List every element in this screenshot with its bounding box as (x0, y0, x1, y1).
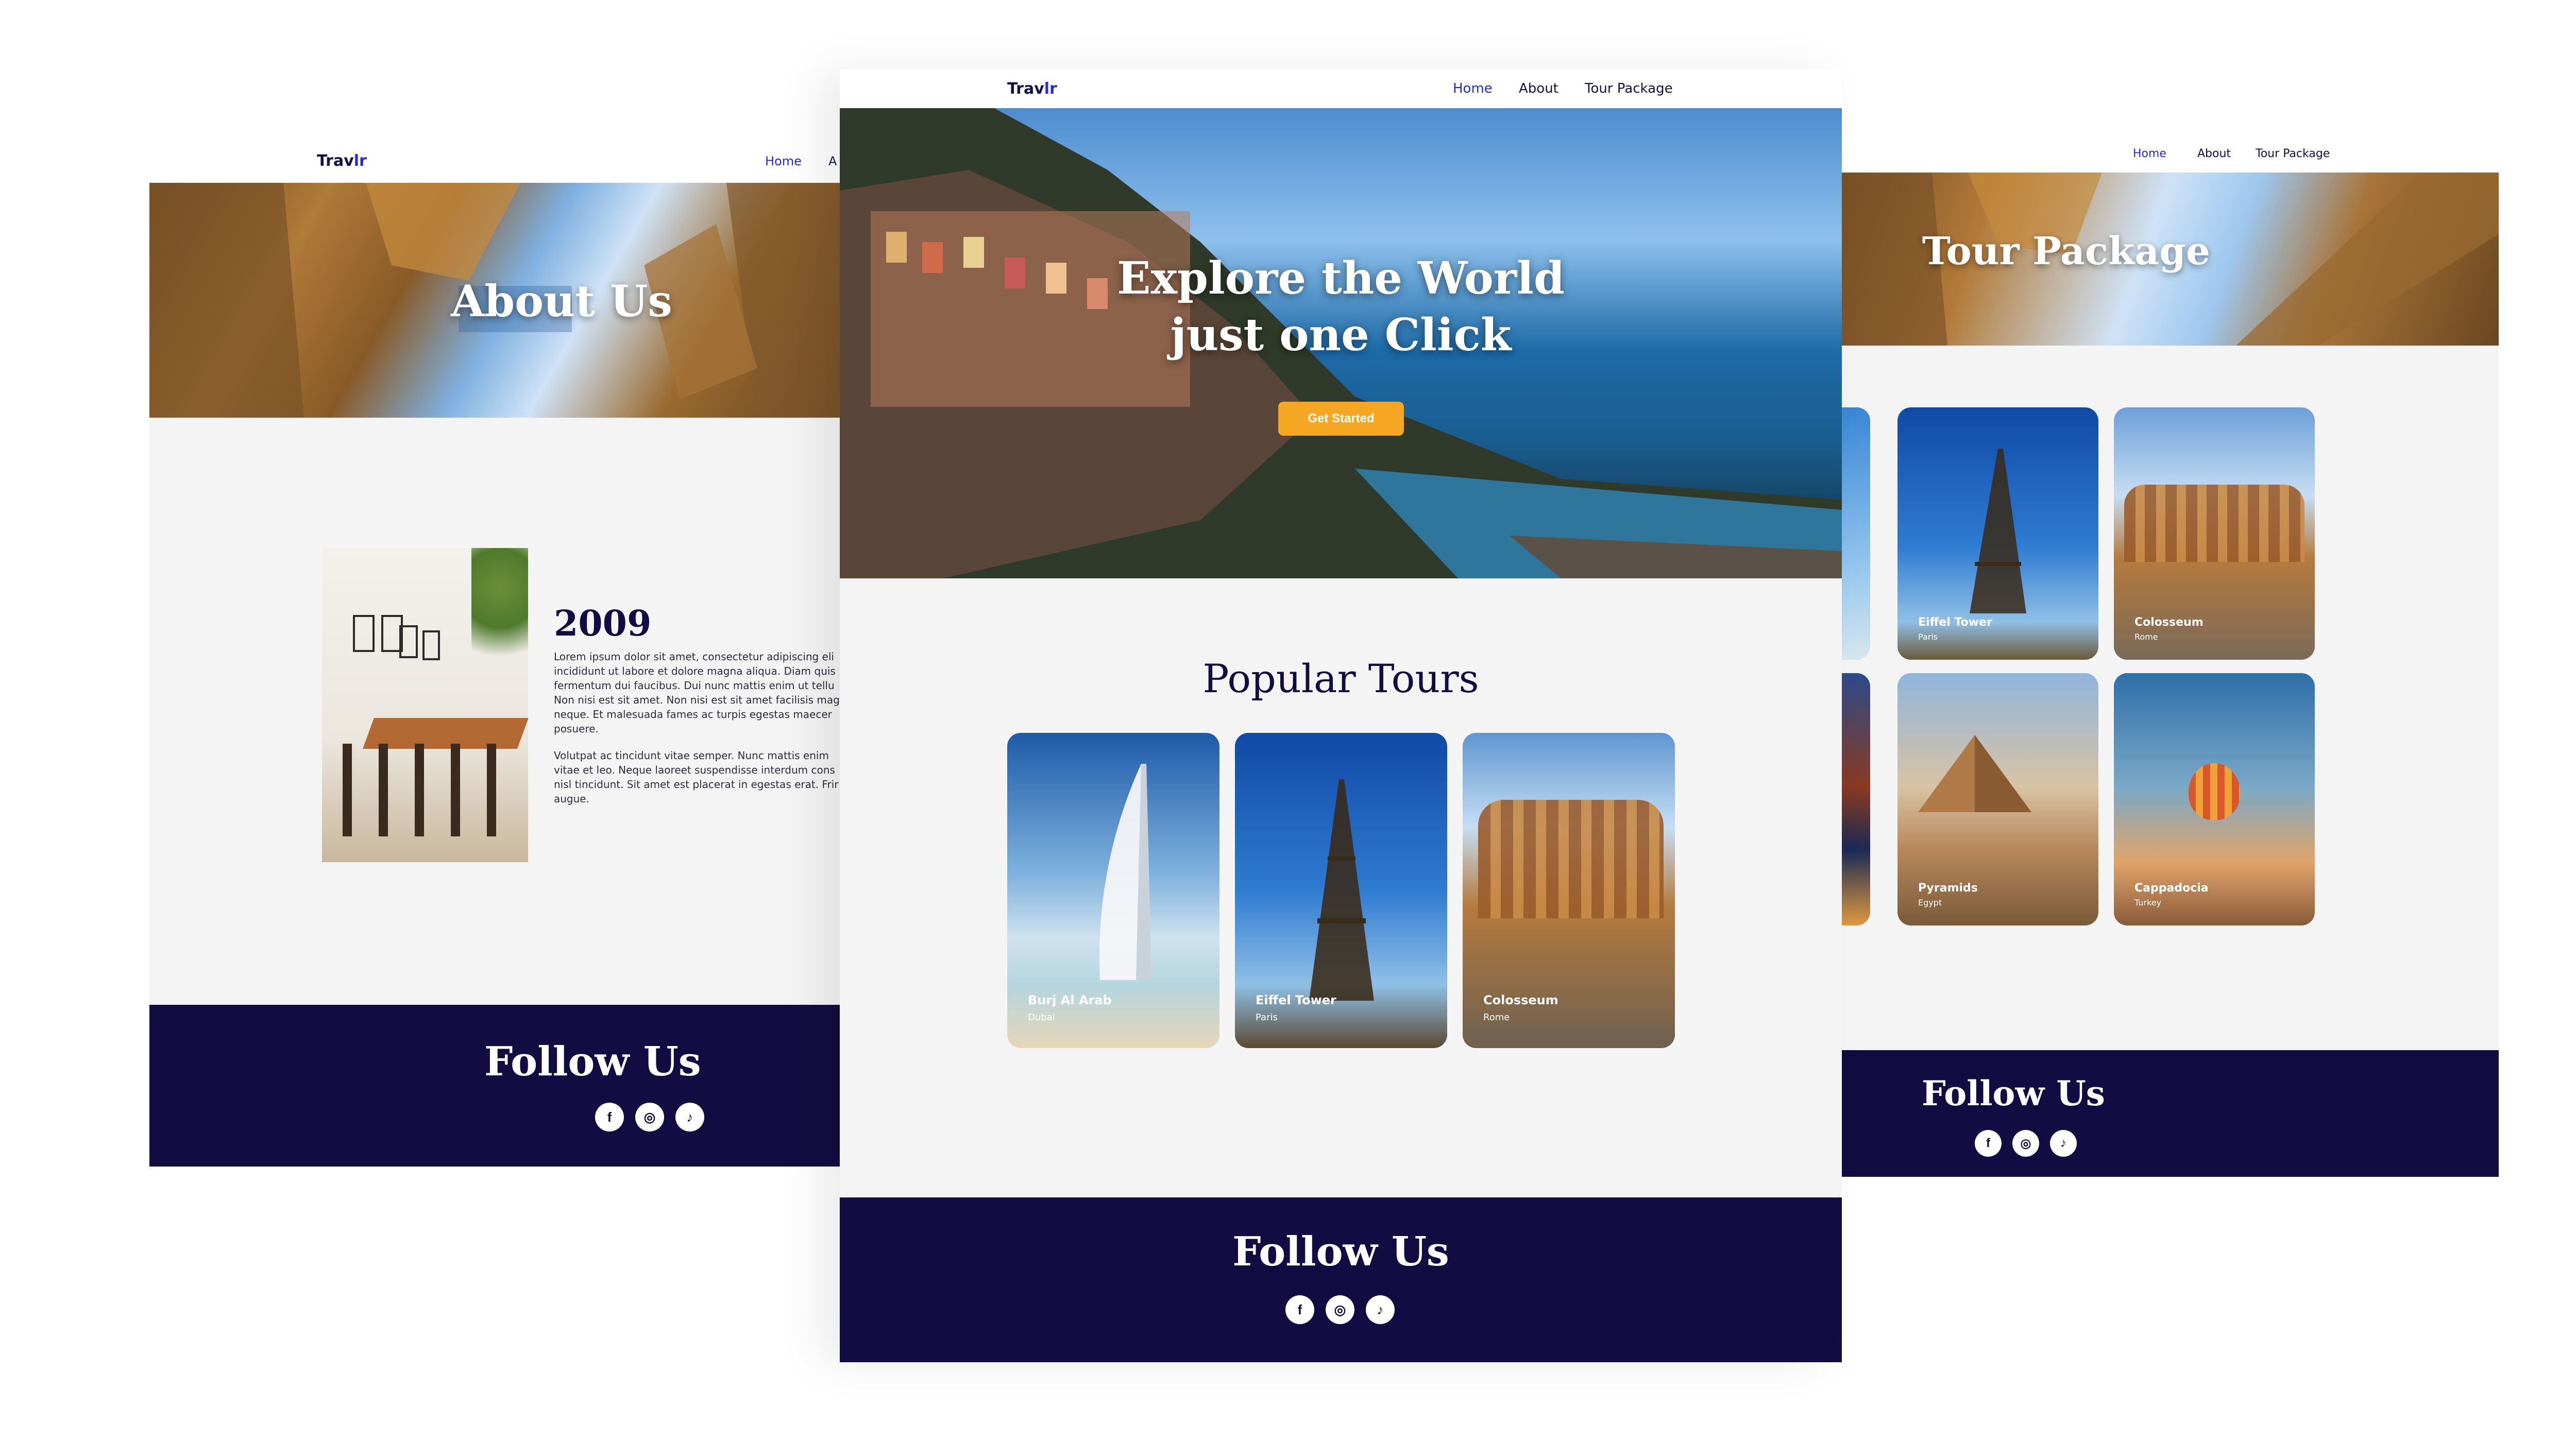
tour-card-burj-al-arab[interactable]: Burj Al Arab Dubai (1007, 733, 1219, 1048)
tour-card-colosseum[interactable]: Colosseum Rome (1463, 733, 1675, 1048)
home-page-mockup: Travlr Home About Tour Package Explore t… (840, 70, 1842, 1362)
tour-card-city: Rome (2134, 632, 2158, 642)
brand-logo[interactable]: Travlr (1007, 80, 1057, 98)
about-page-mockup: Travlr Home A About Us 2009 Lorem ipsum … (149, 131, 840, 1167)
get-started-button[interactable]: Get Started (1278, 402, 1404, 436)
home-footer-title: Follow Us (1232, 1228, 1449, 1275)
tour-hero-banner: Tour Package (1814, 173, 2499, 346)
office-photo (322, 548, 528, 862)
tour-card-title: Colosseum (2134, 616, 2204, 629)
colosseum-shape (1478, 800, 1664, 918)
frame-1 (353, 615, 375, 652)
tour-card-cappadocia[interactable]: Cappadocia Turkey (2114, 673, 2315, 925)
hero-title-line-1: Explore the World (1117, 252, 1565, 304)
tour-card-colosseum[interactable]: Colosseum Rome (2114, 407, 2315, 660)
tour-card-city: Egypt (1918, 898, 1942, 907)
tour-card-city: Turkey (2134, 898, 2162, 907)
brand-logo[interactable]: Travlr (317, 152, 367, 170)
colosseum-shape (2124, 485, 2304, 562)
popular-tours-section: Popular Tours Burj Al Arab Dubai Eiffel … (840, 578, 1842, 1197)
nav-tour-package-link[interactable]: Tour Package (1585, 81, 1673, 96)
tiktok-icon[interactable]: ♪ (675, 1103, 704, 1132)
tour-card-title: Pyramids (1918, 882, 1978, 895)
tour-card-title: Eiffel Tower (1918, 616, 1992, 629)
plant (471, 548, 528, 682)
balloon-icon (2189, 763, 2240, 820)
tour-card-eiffel-tower[interactable]: Eiffel Tower Paris (1235, 733, 1447, 1048)
tiktok-icon[interactable]: ♪ (1366, 1295, 1395, 1324)
nav-home-link[interactable]: Home (2133, 147, 2166, 160)
hero-title-line-2: just one Click (1170, 309, 1512, 361)
tour-card-pyramids[interactable]: Pyramids Egypt (1897, 673, 2098, 925)
home-hero-banner: Explore the World just one Click Get Sta… (840, 108, 1842, 578)
frame-4 (422, 630, 440, 660)
tour-card-city: Paris (1918, 632, 1938, 642)
tour-card-title: Colosseum (1483, 993, 1558, 1007)
tour-card-eiffel[interactable]: Eiffel Tower Paris (1897, 407, 2098, 660)
facebook-icon[interactable]: f (1975, 1130, 2002, 1157)
tour-card-city: Dubai (1028, 1012, 1055, 1023)
popular-tours-title: Popular Tours (1202, 656, 1479, 701)
about-hero-banner: About Us (149, 183, 840, 418)
nav-about-link[interactable]: A (828, 154, 837, 168)
facebook-icon[interactable]: f (1285, 1295, 1314, 1324)
instagram-icon[interactable]: ◎ (635, 1103, 664, 1132)
tour-package-page-mockup: Home About Tour Package Tour Package Eif… (1798, 134, 2499, 1177)
tour-card-city: Rome (1483, 1012, 1510, 1023)
about-year: 2009 (554, 603, 652, 644)
tour-card-title: Burj Al Arab (1028, 993, 1112, 1007)
tour-hero-title: Tour Package (1922, 229, 2210, 273)
nav-about-link[interactable]: About (2197, 147, 2231, 160)
about-paragraph-2: Volutpat ac tincidunt vitae semper. Nunc… (554, 749, 839, 805)
nav-about-link[interactable]: About (1519, 81, 1558, 96)
tour-footer-title: Follow Us (1922, 1073, 2105, 1113)
about-content-section: 2009 Lorem ipsum dolor sit amet, consect… (149, 418, 840, 1005)
about-footer: Follow Us f ◎ ♪ (149, 1005, 840, 1167)
about-footer-title: Follow Us (484, 1038, 701, 1085)
frame-3 (399, 625, 418, 658)
tour-card-title: Cappadocia (2134, 882, 2209, 895)
nav-tour-package-link[interactable]: Tour Package (2256, 147, 2330, 160)
nav-home-link[interactable]: Home (1453, 81, 1493, 96)
home-footer: Follow Us f ◎ ♪ (840, 1197, 1842, 1362)
tour-footer: Follow Us f ◎ ♪ (1814, 1050, 2499, 1177)
tour-card-city: Paris (1256, 1012, 1278, 1023)
instagram-icon[interactable]: ◎ (1326, 1295, 1354, 1324)
nav-home-link[interactable]: Home (765, 154, 802, 168)
tour-card-title: Eiffel Tower (1256, 993, 1336, 1007)
about-hero-title: About Us (451, 276, 672, 327)
chairs (343, 744, 518, 836)
instagram-icon[interactable]: ◎ (2012, 1130, 2039, 1157)
about-paragraph-1: Lorem ipsum dolor sit amet, consectetur … (554, 650, 840, 735)
tour-grid-section: Eiffel Tower Paris Colosseum Rome Pyrami… (1798, 346, 2499, 1050)
tiktok-icon[interactable]: ♪ (2050, 1130, 2077, 1157)
facebook-icon[interactable]: f (595, 1103, 624, 1132)
